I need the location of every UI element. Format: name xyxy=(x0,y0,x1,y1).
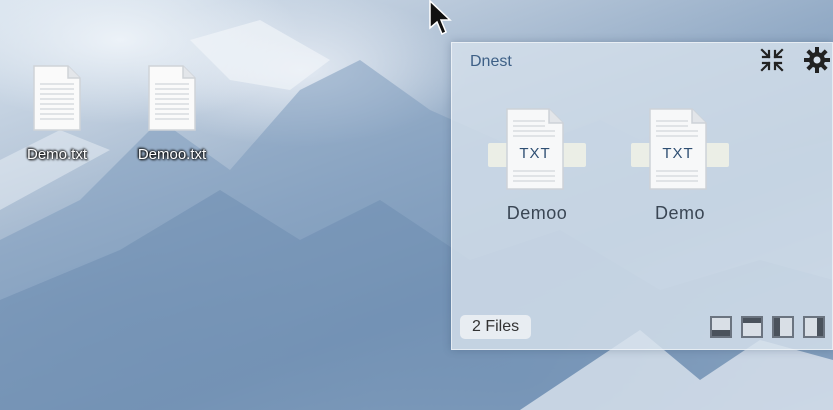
file-type-label: TXT xyxy=(519,145,551,162)
desktop-file-label: Demo.txt xyxy=(26,146,87,163)
file-name: Demo xyxy=(654,203,705,223)
desktop-file-label: Demoo.txt xyxy=(137,146,207,163)
settings-button[interactable] xyxy=(803,46,831,74)
gear-icon xyxy=(804,47,830,73)
dock-bottom-icon xyxy=(712,330,730,336)
dock-bottom-button[interactable] xyxy=(710,316,732,338)
dock-top-icon xyxy=(743,318,761,323)
dock-left-button[interactable] xyxy=(772,316,794,338)
desktop-file-demo[interactable]: Demo.txt xyxy=(12,64,102,163)
file-tile-demoo[interactable]: TXT Demoo xyxy=(482,107,592,224)
dnest-panel: Dnest TXT Demoo TXT Demo 2 Files xyxy=(451,42,833,350)
file-type-label: TXT xyxy=(662,145,694,162)
collapse-arrows-icon xyxy=(760,48,784,72)
file-tile-demo[interactable]: TXT Demo xyxy=(625,107,735,224)
text-file-icon xyxy=(147,64,197,132)
dock-top-button[interactable] xyxy=(741,316,763,338)
panel-title: Dnest xyxy=(470,53,512,70)
dock-right-icon xyxy=(817,318,823,336)
collapse-button[interactable] xyxy=(758,46,786,74)
text-file-icon xyxy=(32,64,82,132)
file-name: Demoo xyxy=(506,203,568,223)
mouse-cursor-icon xyxy=(429,0,452,36)
dock-right-button[interactable] xyxy=(803,316,825,338)
dock-left-icon xyxy=(774,318,780,336)
desktop-file-demoo[interactable]: Demoo.txt xyxy=(127,64,217,163)
file-count-badge: 2 Files xyxy=(460,315,532,339)
